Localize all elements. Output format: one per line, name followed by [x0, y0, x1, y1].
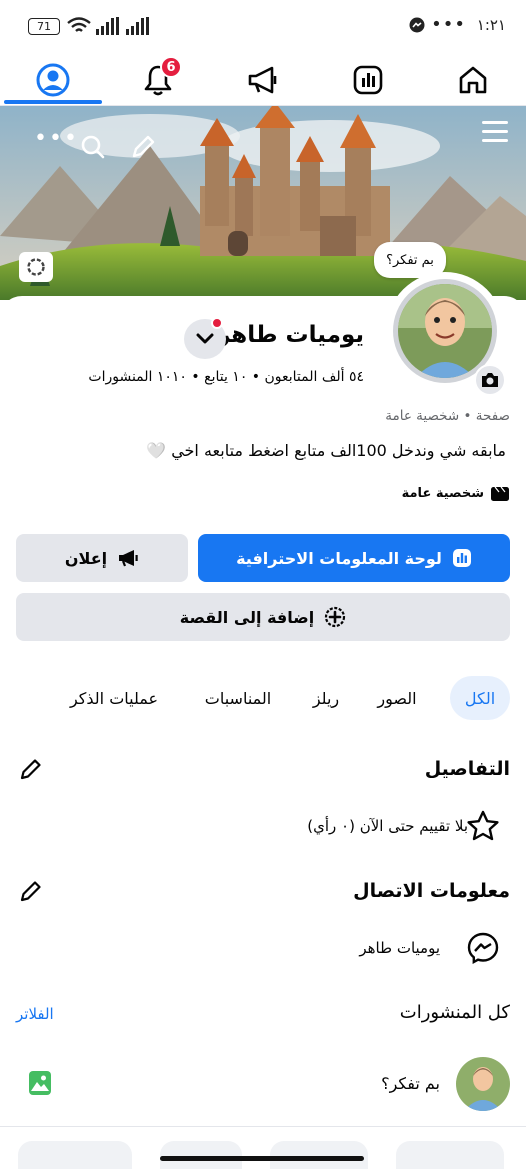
- cover-photo[interactable]: ••• بم تفكر؟: [0, 106, 526, 300]
- active-tab-indicator: [4, 100, 102, 104]
- composer-avatar-image: [456, 1057, 510, 1111]
- signal-icon: [96, 17, 149, 35]
- chip-4[interactable]: [396, 1141, 504, 1169]
- wifi-icon: [67, 17, 91, 32]
- messenger-contact-text[interactable]: يوميات طاهر: [359, 939, 440, 957]
- tab-reels[interactable]: ريلز: [300, 676, 352, 720]
- edit-cover-button[interactable]: [19, 252, 53, 282]
- nav-notifications[interactable]: 6: [136, 56, 182, 102]
- notification-badge: 6: [160, 56, 182, 78]
- public-figure-row: شخصية عامة: [402, 484, 510, 502]
- composer-prompt[interactable]: بم تفكر؟: [381, 1074, 440, 1093]
- edit-contact-pencil-icon[interactable]: [18, 878, 44, 904]
- dashboard-icon: [452, 549, 471, 567]
- megaphone-icon: [119, 550, 138, 567]
- profile-card: [0, 296, 526, 1169]
- hamburger-menu-icon[interactable]: [480, 118, 510, 146]
- tab-events[interactable]: المناسبات: [188, 676, 288, 720]
- advertise-button[interactable]: إعلان: [16, 534, 188, 582]
- advertise-button-label: إعلان: [64, 548, 108, 568]
- nav-ads[interactable]: [241, 58, 285, 102]
- camera-icon: [27, 258, 45, 276]
- details-title: التفاصيل: [424, 758, 510, 780]
- status-left-icons: •••: [409, 14, 466, 35]
- tab-mentions[interactable]: عمليات الذكر: [56, 676, 172, 720]
- battery-icon: 71: [28, 18, 60, 35]
- add-circle-icon: [325, 606, 346, 628]
- messenger-status-icon: [409, 17, 425, 33]
- filters-link[interactable]: الفلاتر: [16, 1005, 54, 1023]
- nav-dashboard[interactable]: [346, 58, 390, 102]
- chip-2[interactable]: [160, 1141, 242, 1169]
- messenger-icon: [467, 932, 499, 965]
- page-category: صفحة • شخصية عامة: [385, 408, 510, 424]
- nav-home[interactable]: [451, 58, 495, 102]
- photo-icon[interactable]: [28, 1070, 52, 1096]
- home-icon: [459, 66, 487, 94]
- contact-info-title: معلومات الاتصال: [353, 880, 510, 902]
- page-name: يوميات طاهر: [217, 322, 364, 348]
- edit-details-pencil-icon[interactable]: [18, 756, 44, 782]
- more-dots-icon: •••: [431, 14, 466, 35]
- tab-all[interactable]: الكل: [450, 676, 510, 720]
- divider: [0, 1126, 526, 1127]
- star-icon: [467, 810, 499, 841]
- more-options-icon[interactable]: •••: [34, 128, 79, 150]
- rating-text: بلا تقييم حتى الآن (٠ رأي): [307, 817, 468, 835]
- clapperboard-icon: [491, 486, 509, 501]
- home-indicator[interactable]: [160, 1156, 364, 1161]
- dashboard-icon: [353, 65, 383, 95]
- add-to-story-button[interactable]: إضافة إلى القصة: [16, 593, 510, 641]
- dashboard-button-label: لوحة المعلومات الاحترافية: [236, 548, 442, 568]
- status-time: ١:٢١: [476, 16, 506, 34]
- all-posts-title: كل المنشورات: [399, 1002, 510, 1023]
- profile-icon: [36, 63, 70, 97]
- composer-avatar[interactable]: [456, 1057, 510, 1111]
- profile-bio: مابقه شي وندخل 100الف متابع اضغط متابعه …: [146, 441, 506, 460]
- camera-icon: [482, 373, 498, 387]
- chip-1[interactable]: [18, 1141, 132, 1169]
- status-bar: ١:٢١ ••• 71: [0, 0, 526, 52]
- chevron-down-icon: [196, 333, 214, 344]
- dropdown-dot-badge: [211, 317, 223, 329]
- profile-stats[interactable]: ٥٤ ألف المتابعون • ١٠ يتابع • ١٠١٠ المنش…: [88, 369, 364, 385]
- top-nav: 6: [0, 52, 526, 106]
- edit-avatar-button[interactable]: [474, 364, 506, 396]
- chip-3[interactable]: [270, 1141, 368, 1169]
- edit-pencil-icon[interactable]: [130, 134, 156, 160]
- tab-photos[interactable]: الصور: [362, 676, 432, 720]
- add-story-button-label: إضافة إلى القصة: [179, 607, 315, 627]
- search-icon[interactable]: [80, 134, 106, 160]
- nav-profile[interactable]: [31, 58, 75, 102]
- professional-dashboard-button[interactable]: لوحة المعلومات الاحترافية: [198, 534, 510, 582]
- public-figure-label: شخصية عامة: [401, 485, 484, 501]
- megaphone-icon: [248, 66, 277, 94]
- profile-switch-dropdown[interactable]: [184, 317, 226, 359]
